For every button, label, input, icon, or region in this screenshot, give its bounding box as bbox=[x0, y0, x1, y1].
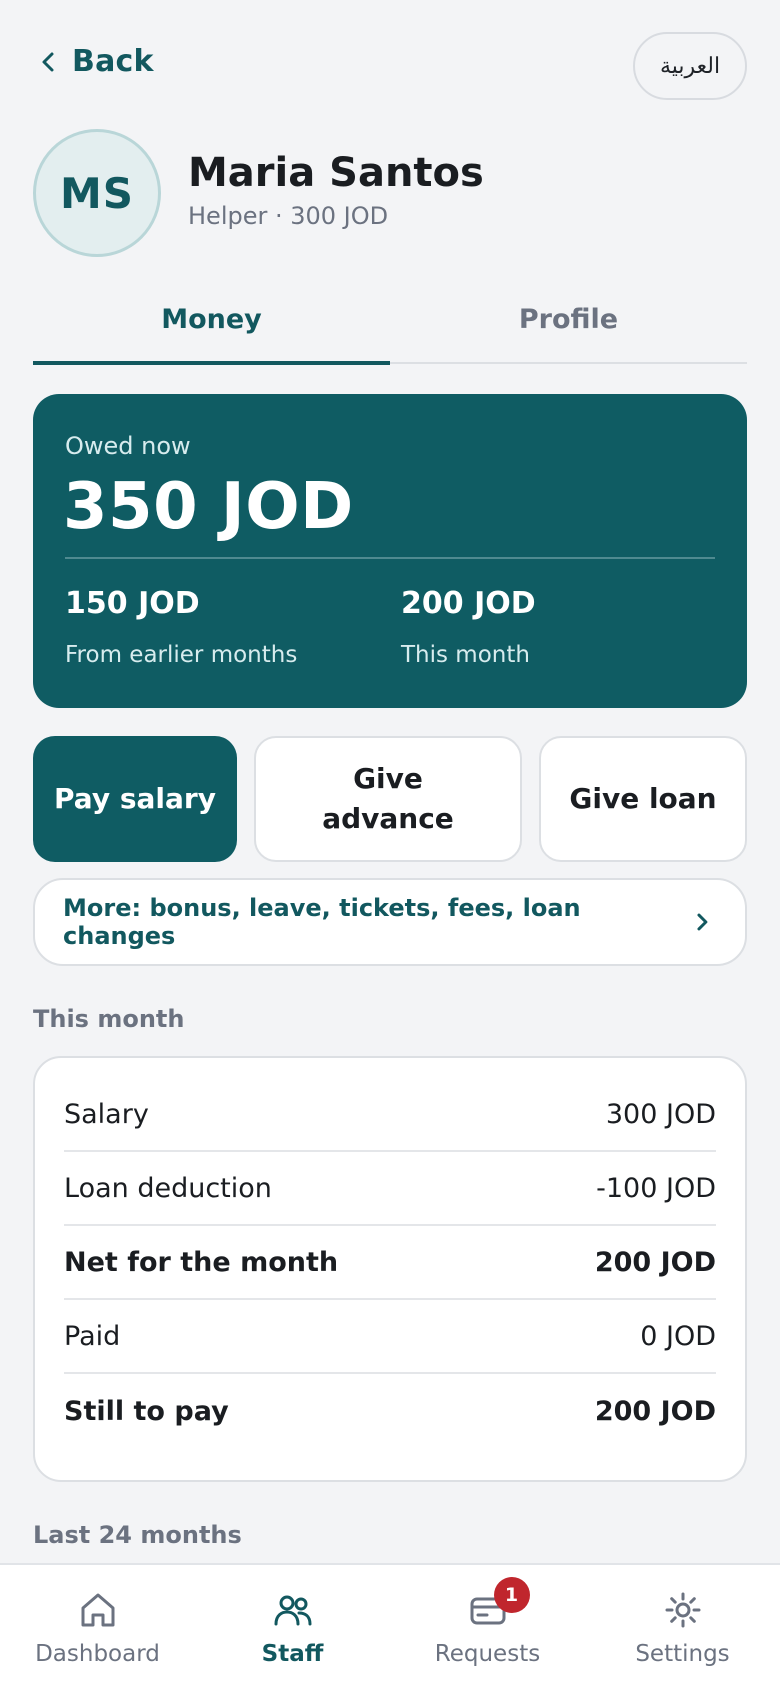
nav-item-settings[interactable]: Settings bbox=[585, 1565, 780, 1688]
table-row: Loan deduction -100 JOD bbox=[64, 1152, 716, 1226]
action-buttons: Pay salary Give advance Give loan bbox=[33, 736, 747, 862]
table-row: Paid 0 JOD bbox=[64, 1300, 716, 1374]
nav-item-requests[interactable]: 1 Requests bbox=[390, 1565, 585, 1688]
owed-summary-card: Owed now 350 JOD 150 JOD From earlier mo… bbox=[33, 394, 747, 708]
this-month-amount: 200 JOD bbox=[401, 586, 536, 621]
nav-label: Dashboard bbox=[35, 1641, 160, 1667]
owed-divider bbox=[65, 557, 715, 559]
owed-amount: 350 JOD bbox=[63, 470, 354, 544]
earlier-months-caption: From earlier months bbox=[65, 642, 298, 668]
tab-money[interactable]: Money bbox=[33, 292, 390, 365]
tab-profile[interactable]: Profile bbox=[390, 292, 747, 362]
home-icon bbox=[81, 1593, 114, 1627]
this-month-caption: This month bbox=[401, 642, 530, 668]
gear-icon bbox=[665, 1592, 700, 1628]
row-label: Paid bbox=[64, 1320, 121, 1352]
this-month-section-title: This month bbox=[33, 1005, 185, 1033]
person-subtitle: Helper · 300 JOD bbox=[188, 202, 389, 230]
nav-label: Staff bbox=[261, 1641, 324, 1667]
row-value: 200 JOD bbox=[594, 1246, 716, 1278]
language-toggle-button[interactable]: العربية bbox=[633, 32, 747, 100]
give-advance-button[interactable]: Give advance bbox=[254, 736, 522, 862]
chevron-left-icon bbox=[42, 52, 54, 71]
person-name: Maria Santos bbox=[188, 150, 484, 196]
pay-salary-button[interactable]: Pay salary bbox=[33, 736, 237, 862]
row-value: -100 JOD bbox=[596, 1172, 716, 1204]
requests-count-badge: 1 bbox=[493, 1577, 530, 1613]
tab-bar: Money Profile bbox=[33, 292, 747, 365]
earlier-months-amount: 150 JOD bbox=[65, 586, 200, 621]
table-row: Net for the month 200 JOD bbox=[64, 1226, 716, 1300]
avatar: MS bbox=[33, 129, 161, 257]
more-actions-link[interactable]: More: bonus, leave, tickets, fees, loan … bbox=[33, 878, 747, 966]
bottom-nav: Dashboard Staff 1 Requests Settings bbox=[0, 1563, 780, 1688]
this-month-table: Salary 300 JOD Loan deduction -100 JOD N… bbox=[33, 1056, 747, 1482]
table-row: Salary 300 JOD bbox=[64, 1078, 716, 1152]
row-value: 300 JOD bbox=[605, 1098, 716, 1130]
row-value: 200 JOD bbox=[594, 1395, 716, 1427]
staff-money-screen: Back العربية MS Maria Santos Helper · 30… bbox=[0, 0, 780, 1688]
back-label: Back bbox=[72, 44, 154, 79]
people-icon bbox=[274, 1595, 311, 1626]
last-24-months-section-title: Last 24 months bbox=[33, 1521, 242, 1549]
owed-caption: Owed now bbox=[65, 432, 191, 460]
row-label: Salary bbox=[64, 1098, 149, 1130]
nav-label: Requests bbox=[434, 1641, 541, 1667]
more-actions-label: More: bonus, leave, tickets, fees, loan … bbox=[63, 894, 581, 950]
back-button[interactable]: Back bbox=[38, 44, 154, 79]
row-label: Loan deduction bbox=[64, 1172, 272, 1204]
chevron-right-icon bbox=[697, 913, 708, 931]
row-value: 0 JOD bbox=[640, 1320, 716, 1352]
nav-item-dashboard[interactable]: Dashboard bbox=[0, 1565, 195, 1688]
row-label: Still to pay bbox=[64, 1395, 229, 1427]
row-label: Net for the month bbox=[64, 1246, 339, 1278]
give-loan-button[interactable]: Give loan bbox=[539, 736, 747, 862]
nav-label: Settings bbox=[635, 1641, 730, 1667]
nav-item-staff[interactable]: Staff bbox=[195, 1565, 390, 1688]
table-row: Still to pay 200 JOD bbox=[64, 1374, 716, 1448]
